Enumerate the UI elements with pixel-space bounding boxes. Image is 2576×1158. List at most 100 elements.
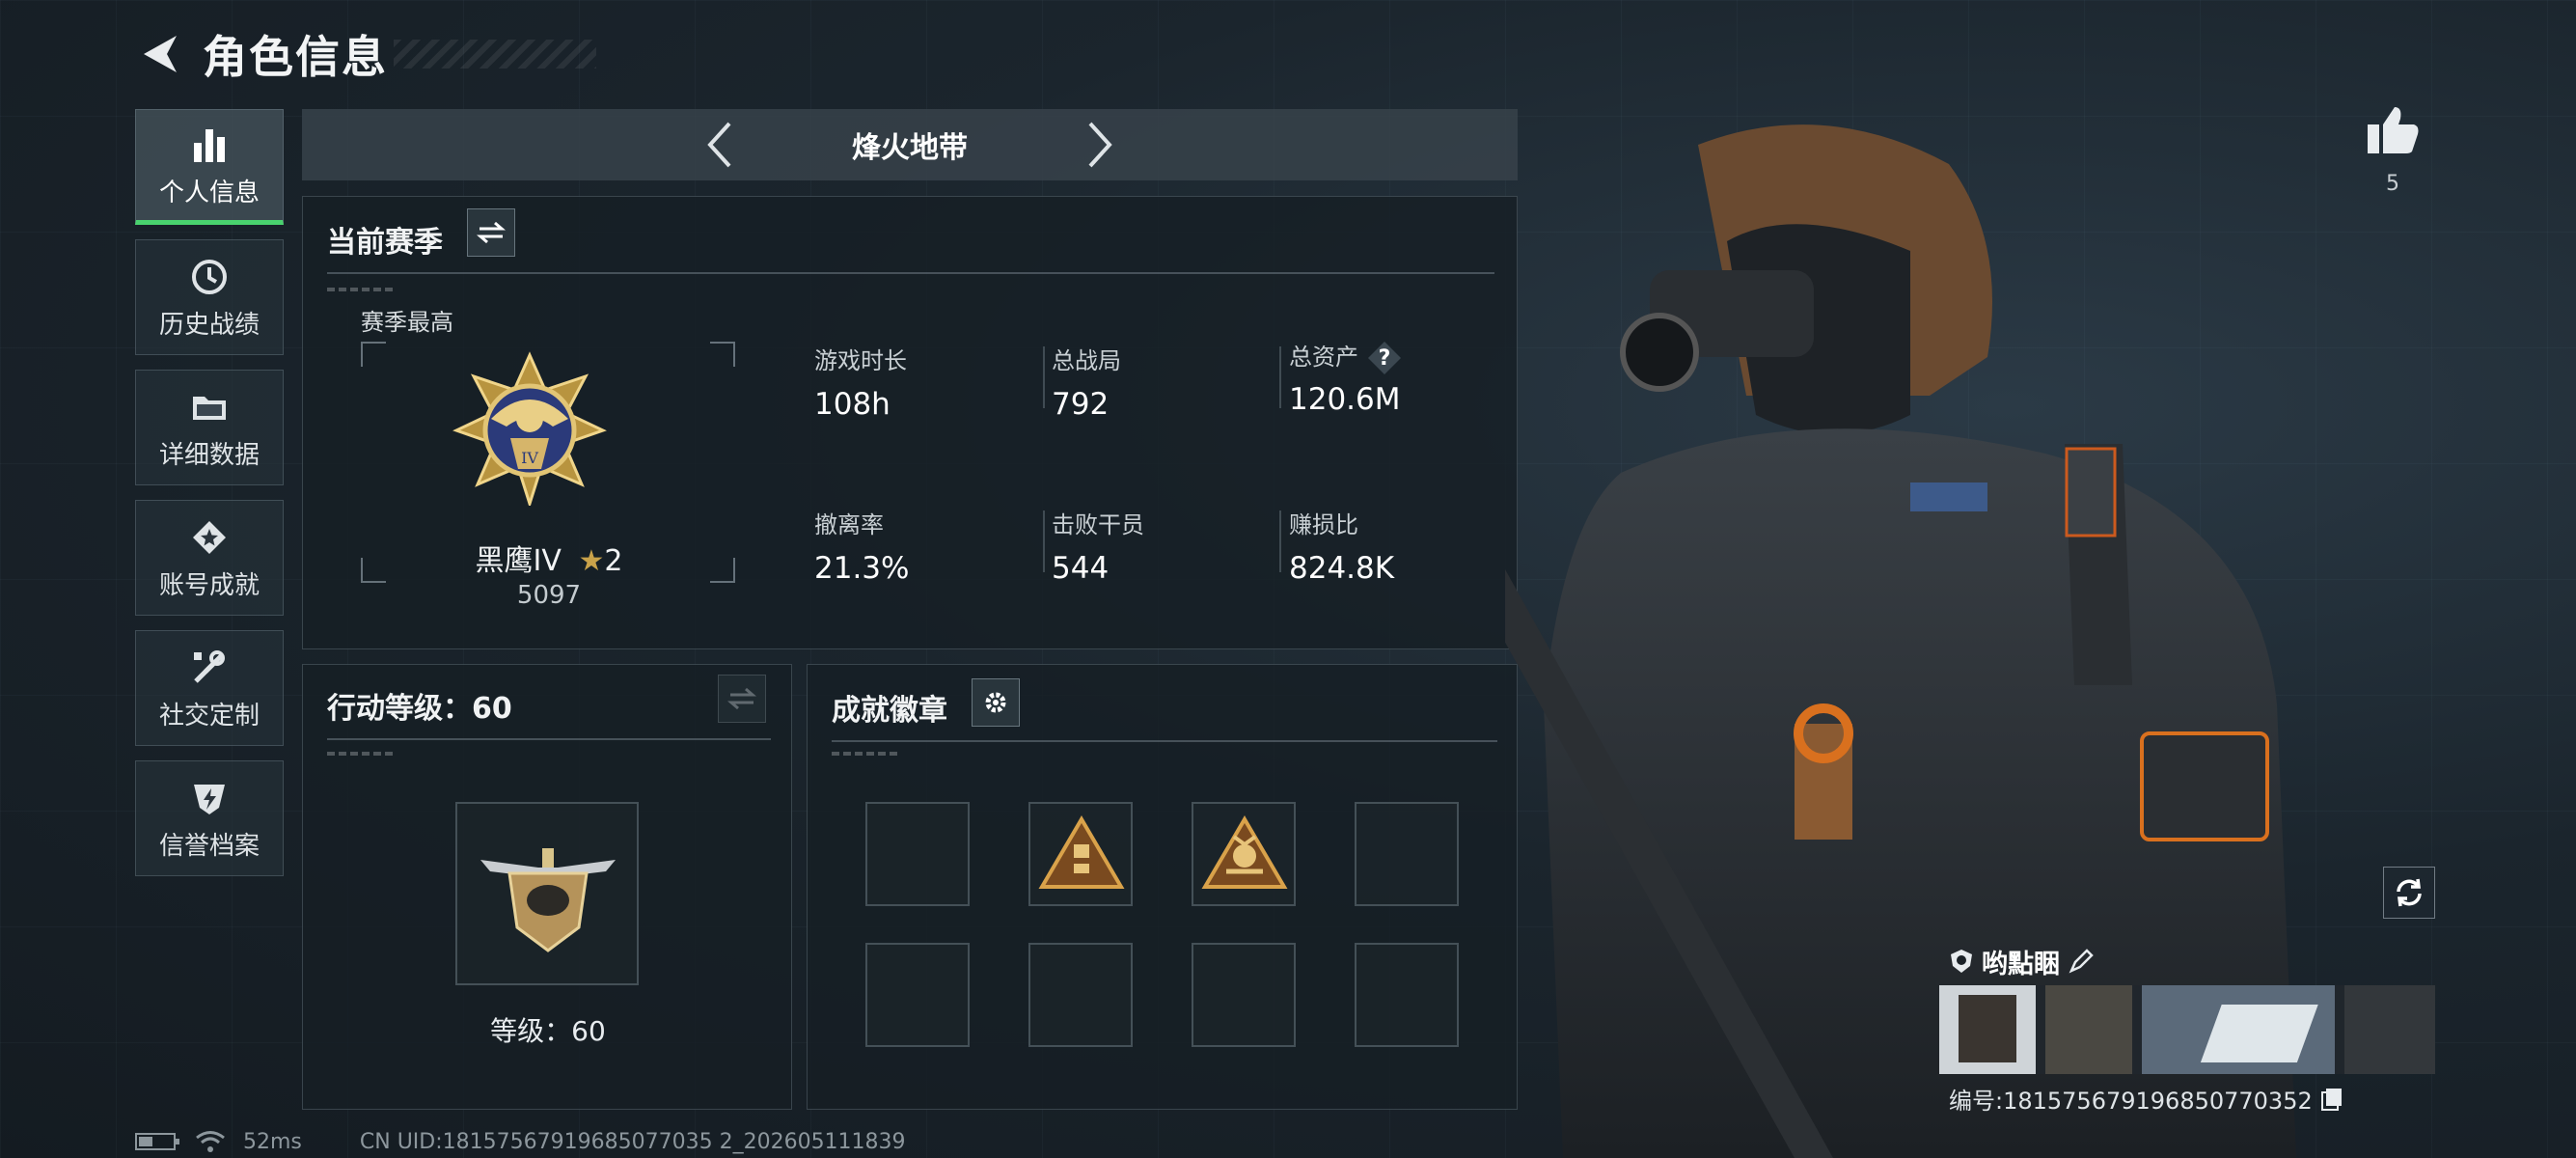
help-button[interactable]: ? [1368, 342, 1401, 374]
badge-slot[interactable] [1355, 802, 1459, 906]
stat-operators-defeated: 击败干员 544 [1052, 506, 1144, 586]
achievements-panel: 成就徽章 [807, 664, 1518, 1110]
refresh-button[interactable] [2383, 867, 2435, 919]
panel-decoration [327, 288, 395, 291]
sidebar-item-label: 个人信息 [158, 178, 260, 207]
sidebar-item-label: 社交定制 [158, 701, 260, 731]
season-best-label: 赛季最高 [361, 309, 453, 336]
header-decoration [394, 40, 596, 69]
map-next-button[interactable] [1072, 116, 1130, 174]
gear-icon [985, 692, 1006, 713]
badge-slot[interactable] [1192, 802, 1296, 906]
stat-total-assets: 总资产? 120.6M [1289, 338, 1401, 417]
badge-slot[interactable] [865, 802, 970, 906]
player-name-row: 哟點睏 [1949, 941, 2095, 981]
sidebar-item-social-custom[interactable]: 社交定制 [135, 630, 284, 746]
stat-value: 792 [1052, 387, 1110, 422]
stat-total-matches: 总战局 792 [1052, 342, 1121, 422]
stat-label: 总资产 [1289, 344, 1358, 371]
sidebar-item-label: 信誉档案 [158, 831, 260, 861]
page-title: 角色信息 [203, 31, 388, 83]
helicopter-emblem-icon [480, 848, 616, 952]
map-prev-button[interactable] [690, 116, 748, 174]
like-button[interactable] [2359, 96, 2426, 164]
stat-profit-loss-ratio: 赚损比 824.8K [1289, 506, 1394, 586]
stat-label: 总战局 [1052, 347, 1121, 374]
back-arrow-icon [144, 36, 177, 72]
stat-play-time: 游戏时长 108h [814, 342, 907, 422]
thumbs-up-icon [2368, 107, 2419, 153]
sidebar-item-credit-profile[interactable]: 信誉档案 [135, 760, 284, 876]
panel-decoration [327, 752, 395, 756]
svg-text:IV: IV [521, 449, 538, 467]
sidebar-item-detailed-data[interactable]: 详细数据 [135, 370, 284, 485]
badge-slot[interactable] [1028, 943, 1133, 1047]
badge-slot[interactable] [1355, 943, 1459, 1047]
battery-icon [135, 1133, 179, 1150]
status-bar: 52ms CN UID:18157567919685077035 2_20260… [135, 1127, 906, 1156]
edit-icon[interactable] [2068, 948, 2095, 975]
copy-icon[interactable] [2320, 1087, 2343, 1112]
season-divider [327, 272, 1494, 274]
swap-icon [477, 221, 506, 244]
season-title: 当前赛季 [327, 226, 443, 260]
triangle-badge-icon [1038, 815, 1125, 889]
player-banner[interactable] [1939, 985, 2435, 1074]
folder-icon [187, 385, 232, 429]
player-card: 哟點睏 编号:18157567919685077035​2 [1939, 941, 2435, 1119]
player-id: 编号:18157567919685077035​2 [1949, 1088, 2313, 1115]
swap-icon [727, 687, 756, 710]
rank-stars: 2 [604, 544, 623, 578]
badge-slot[interactable] [1028, 802, 1133, 906]
season-switch-button[interactable] [467, 208, 515, 257]
map-name: 烽火地带 [852, 131, 968, 165]
achievements-divider [832, 740, 1497, 742]
stat-value: 824.8K [1289, 551, 1395, 586]
stat-value: 21.3% [814, 551, 910, 586]
badge-slot[interactable] [1192, 943, 1296, 1047]
like-count: 5 [2386, 172, 2399, 196]
action-level-switch-button[interactable] [718, 675, 766, 723]
stat-value: 544 [1052, 551, 1110, 586]
ping-value: 52ms [243, 1129, 302, 1154]
achievements-settings-button[interactable] [972, 678, 1020, 727]
sidebar-item-label: 账号成就 [158, 570, 260, 600]
shield-icon [1951, 950, 1972, 973]
refresh-icon [2397, 878, 2422, 907]
rank-score: 5097 [516, 581, 582, 610]
action-level-text: 等级：60 [490, 1015, 606, 1047]
stat-label: 游戏时长 [814, 347, 907, 374]
badge-slot[interactable] [865, 943, 970, 1047]
action-level-divider [327, 738, 771, 740]
stat-value: 120.6M [1289, 382, 1401, 417]
tools-icon [187, 646, 232, 690]
stat-label: 击败干员 [1052, 511, 1144, 538]
map-selector: 烽火地带 [302, 109, 1518, 180]
stat-label: 赚损比 [1289, 511, 1358, 538]
player-id-row: 编号:18157567919685077035​2 [1949, 1082, 2343, 1116]
sidebar-item-label: 详细数据 [158, 440, 260, 470]
shield-bolt-icon [187, 776, 232, 820]
sidebar-item-label: 历史战绩 [158, 310, 260, 340]
action-level-title: 行动等级：60 [327, 692, 512, 726]
action-level-panel: 行动等级：60 等级：60 [302, 664, 792, 1110]
back-button[interactable] [135, 27, 183, 81]
stat-value: 108h [814, 387, 891, 422]
player-name: 哟點睏 [1982, 949, 2060, 979]
panel-decoration [832, 752, 899, 756]
action-level-emblem-frame [455, 802, 639, 985]
star-icon: ★ [578, 544, 605, 578]
chevron-right-icon [1088, 122, 1112, 168]
sidebar-item-history[interactable]: 历史战绩 [135, 239, 284, 355]
uid-text: CN UID:18157567919685077035 2_2026051118… [359, 1129, 906, 1154]
wifi-icon [196, 1131, 225, 1152]
rank-emblem-icon: IV [452, 351, 607, 506]
skull-badge-icon [1201, 815, 1288, 889]
banner-image [1939, 985, 2435, 1074]
stat-extraction-rate: 撤离率 21.3% [814, 506, 909, 586]
sidebar-item-personal-info[interactable]: 个人信息 [135, 109, 284, 225]
chevron-left-icon [707, 122, 731, 168]
bar-chart-icon [187, 123, 232, 167]
diamond-star-icon [187, 515, 232, 560]
sidebar-item-achievements[interactable]: 账号成就 [135, 500, 284, 616]
